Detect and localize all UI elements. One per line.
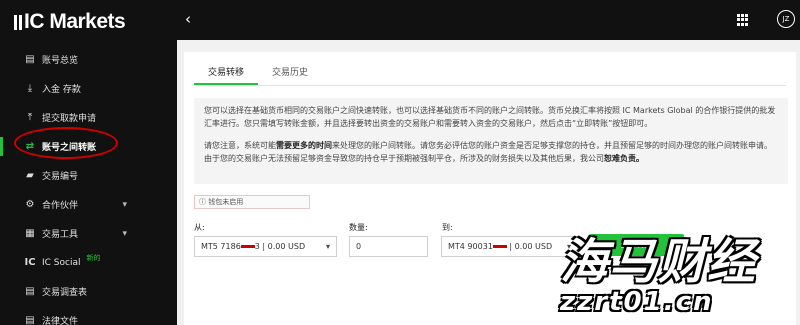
info-paragraph-2: 请您注意，系统可能需要更多的时间来处理您的账户间转账。请您务必评估您的账户资金是… — [204, 139, 778, 165]
tab-transfer[interactable]: 交易转移 — [194, 65, 259, 85]
new-badge: 新的 — [86, 253, 101, 262]
sidebar-item-label: 交易调查表 — [42, 288, 88, 298]
red-annotation-circle — [14, 127, 118, 159]
topbar: ‹ JZ — [177, 0, 800, 40]
info-emphasis: 恕难负责。 — [604, 154, 644, 163]
from-account-text: MT5 7186 — [201, 242, 241, 251]
sidebar-item-trading-accounts[interactable]: ▰ 交易编号 — [0, 161, 177, 190]
ic-social-icon: IC — [24, 257, 36, 268]
info-paragraph-1: 您可以选择在基础货币相同的交易账户之间快速转账，也可以选择基础货币不同的账户之间… — [204, 106, 776, 128]
watermark-url: zzrt01.cn — [560, 287, 714, 317]
watermark-title: 海马财经 — [560, 234, 757, 290]
tab-history[interactable]: 交易历史 — [258, 65, 322, 85]
sidebar-item-trading-tools[interactable]: ▦ 交易工具 ▾ — [0, 219, 177, 248]
wallet-note-text: 钱包未启用 — [208, 198, 244, 206]
ic-markets-logo[interactable]: IC Markets — [14, 10, 126, 34]
sidebar-item-deposit[interactable]: ⤓ 入金 存款 — [0, 74, 177, 103]
withdraw-icon: ⤒ — [27, 112, 33, 123]
tools-icon: ▦ — [25, 228, 35, 239]
info-emphasis: 需要更多的时间 — [276, 141, 332, 150]
document-icon: ▤ — [25, 315, 35, 325]
dashboard-icon: ▤ — [25, 54, 35, 65]
survey-icon: ▤ — [25, 286, 35, 297]
sidebar-item-partners[interactable]: ⚙ 合作伙伴 ▾ — [0, 190, 177, 219]
chevron-down-icon[interactable]: ▾ — [122, 229, 127, 239]
info-icon: ⓘ — [199, 198, 209, 206]
logo-text: IC Markets — [24, 10, 126, 33]
partner-icon: ⚙ — [25, 199, 35, 210]
from-label: 从: — [194, 223, 205, 232]
tab-bar: 交易转移 交易历史 — [194, 65, 322, 85]
sidebar-item-account-overview[interactable]: ▤ 账号总览 — [0, 45, 177, 74]
amount-label: 数量: — [349, 223, 368, 232]
chevron-left-icon[interactable]: ‹ — [185, 10, 191, 28]
amount-input[interactable]: 0 — [349, 236, 428, 257]
sidebar-item-label: 合作伙伴 — [42, 201, 79, 211]
tab-divider — [194, 85, 786, 86]
sidebar-item-label: IC Social — [42, 257, 81, 268]
sidebar-item-label: 账号总览 — [42, 56, 79, 66]
redaction-mark — [492, 245, 507, 248]
chart-icon: ▰ — [26, 170, 34, 181]
from-account-select[interactable]: MT5 7186 3 | 0.00 USD ▾ — [194, 236, 337, 257]
to-account-text: MT4 90031 — [448, 242, 493, 251]
deposit-icon: ⤓ — [27, 83, 33, 94]
wallet-disabled-note: ⓘ 钱包未启用 — [194, 195, 310, 209]
grid-icon[interactable] — [737, 14, 749, 26]
info-text: 请您注意，系统可能 — [204, 141, 276, 150]
sidebar-nav: ▤ 账号总览 ⤓ 入金 存款 ⤒ 提交取款申请 ⇄ 账号之间转账 ▰ 交易编号 … — [0, 45, 177, 325]
sidebar-item-survey[interactable]: ▤ 交易调查表 — [0, 277, 177, 306]
redaction-mark — [240, 245, 255, 248]
chevron-down-icon[interactable]: ▾ — [122, 200, 127, 210]
caret-down-icon: ▾ — [325, 242, 330, 251]
sidebar-item-label: 提交取款申请 — [42, 114, 97, 124]
sidebar-item-legal-documents[interactable]: ▤ 法律文件 — [0, 306, 177, 325]
sidebar-item-label: 法律文件 — [42, 317, 79, 325]
avatar[interactable]: JZ — [777, 10, 795, 28]
to-account-text: | 0.00 USD — [506, 242, 553, 251]
sidebar-item-label: 交易编号 — [42, 172, 79, 182]
sidebar: IC Markets ▤ 账号总览 ⤓ 入金 存款 ⤒ 提交取款申请 ⇄ 账号之… — [0, 0, 177, 325]
info-box: 您可以选择在基础货币相同的交易账户之间快速转账，也可以选择基础货币不同的账户之间… — [194, 98, 788, 184]
sidebar-item-label: 入金 存款 — [42, 85, 81, 95]
to-account-select[interactable]: MT4 90031 | 0.00 USD ▾ — [441, 236, 578, 257]
from-account-text: 3 | 0.00 USD — [254, 242, 306, 251]
to-label: 到: — [442, 223, 453, 232]
logo-bars-icon — [14, 14, 22, 30]
sidebar-item-ic-social[interactable]: IC IC Social 新的 — [0, 248, 177, 277]
sidebar-item-label: 交易工具 — [42, 230, 79, 240]
